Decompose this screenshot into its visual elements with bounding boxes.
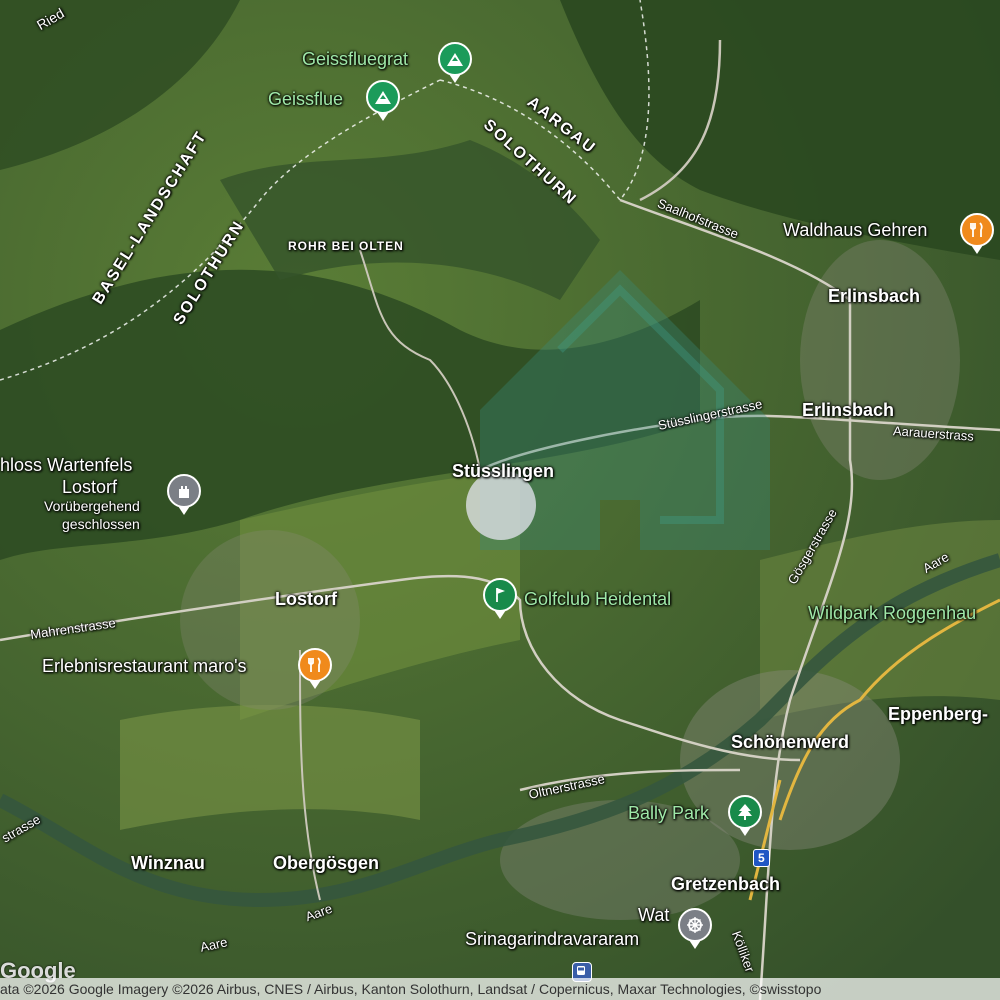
mountain-icon[interactable]: [366, 80, 400, 121]
poi-label-wildpark-roggenhausen[interactable]: Wildpark Roggenhau: [808, 604, 976, 622]
town-label-rohr: ROHR BEI OLTEN: [288, 239, 404, 253]
poi-label-waldhaus-gehren[interactable]: Waldhaus Gehren: [783, 221, 927, 239]
map-attribution: ata ©2026 Google Imagery ©2026 Airbus, C…: [0, 978, 1000, 1000]
poi-label-wat[interactable]: Wat: [638, 906, 669, 924]
poi-status-line-1: Vorübergehend: [44, 498, 140, 514]
poi-status-line-2: geschlossen: [62, 516, 140, 532]
castle-icon[interactable]: [167, 474, 201, 515]
town-label-eppenberg[interactable]: Eppenberg-: [888, 705, 988, 723]
poi-label-bally-park[interactable]: Bally Park: [628, 804, 709, 822]
town-label-obergosgen[interactable]: Obergösgen: [273, 854, 379, 872]
town-label-schonenwerd[interactable]: Schönenwerd: [731, 733, 849, 751]
town-label-lostorf[interactable]: Lostorf: [275, 590, 337, 608]
golf-icon[interactable]: [483, 578, 517, 619]
town-label-winznau[interactable]: Winznau: [131, 854, 205, 872]
poi-label-schloss-wartenfels[interactable]: hloss Wartenfels: [0, 456, 132, 474]
highway-shield-5: 5: [753, 849, 770, 867]
poi-label-geissflue[interactable]: Geissflue: [268, 90, 343, 108]
tree-icon[interactable]: [728, 795, 762, 836]
restaurant-icon[interactable]: [298, 648, 332, 689]
poi-label-golfclub-heidental[interactable]: Golfclub Heidental: [524, 590, 671, 608]
poi-label-erlebnisrestaurant[interactable]: Erlebnisrestaurant maro's: [42, 657, 247, 675]
restaurant-icon[interactable]: [960, 213, 994, 254]
town-label-gretzenbach[interactable]: Gretzenbach: [671, 875, 780, 893]
poi-label-srinagarindravararam: Srinagarindravararam: [465, 929, 640, 949]
poi-label-schloss-town: Lostorf: [62, 477, 118, 497]
town-label-erlinsbach[interactable]: Erlinsbach: [802, 401, 894, 419]
mountain-icon[interactable]: [438, 42, 472, 83]
town-label-stusslingen[interactable]: Stüsslingen: [452, 462, 554, 480]
temple-icon[interactable]: [678, 908, 712, 949]
poi-label-geissfluegrat[interactable]: Geissfluegrat: [302, 50, 408, 68]
town-label-erlinsbach-north[interactable]: Erlinsbach: [828, 287, 920, 305]
